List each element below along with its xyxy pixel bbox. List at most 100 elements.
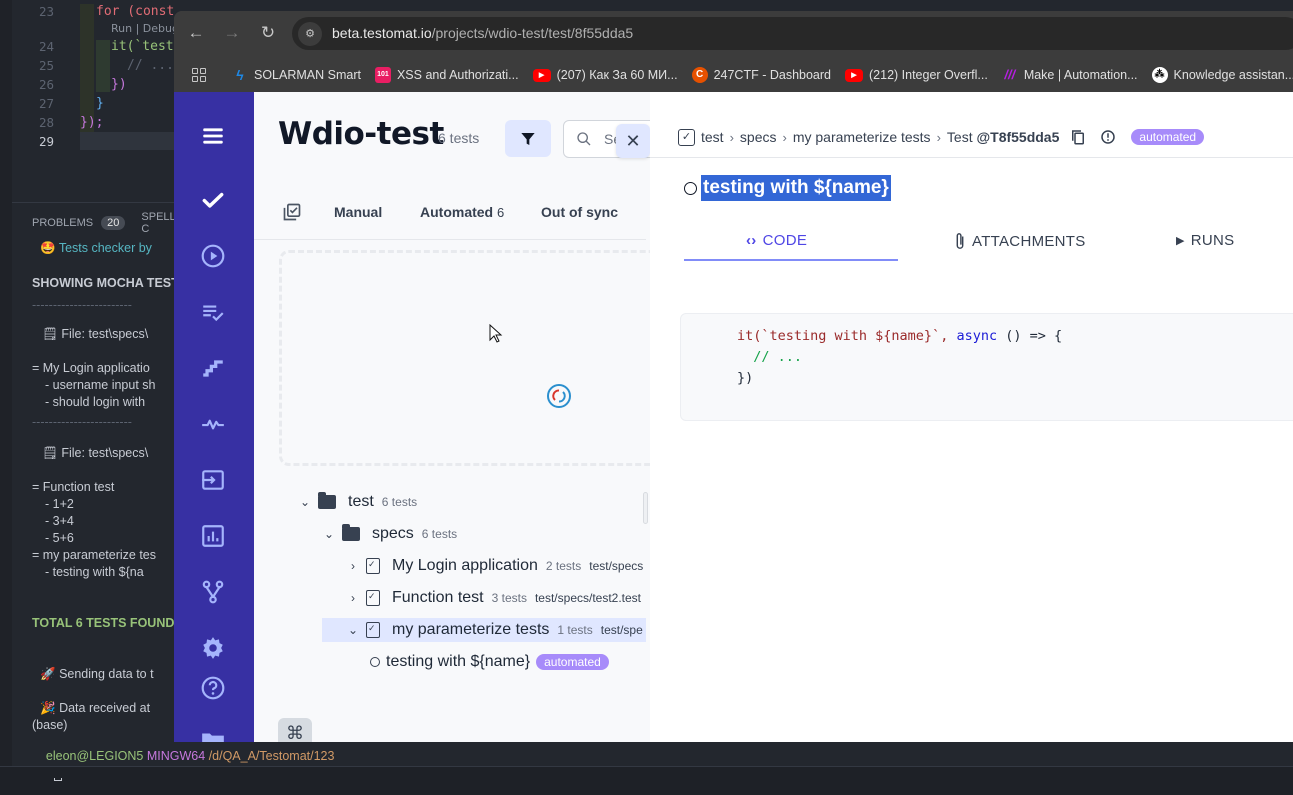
line-number: 23 [38,4,54,19]
tab-manual[interactable]: Manual [334,204,382,220]
star-eyes-emoji-icon: 🤩 [40,241,56,255]
terminal-line: - username input sh [45,378,156,392]
terminal-line: 🗒 File: test\specs\ [42,446,149,460]
test-title: testing with ${name} [684,175,891,201]
code-block[interactable]: it(`testing with ${name}`, async () => {… [680,313,1293,421]
tab-code[interactable]: ‹› CODE [746,232,807,249]
tree-suite-selected[interactable]: ⌄ my parameterize tests 1 tests test/spe [322,618,646,642]
play-icon: ▶ [1176,235,1185,247]
problems-count-badge: 20 [101,216,126,230]
suite-file-icon [366,558,380,574]
reload-icon[interactable]: ↻ [258,23,278,43]
browser-toolbar: ← → ↻ ⚙ beta.testomat.io/projects/wdio-t… [174,11,1293,56]
tab-attachments[interactable]: ATTACHMENTS [954,232,1086,250]
bookmark-item[interactable]: ϟ SOLARMAN Smart [232,67,361,83]
ctf-icon: C [691,67,708,83]
test-title-text[interactable]: testing with ${name} [701,175,891,201]
drop-zone[interactable] [279,250,659,466]
detail-tabs: ‹› CODE ATTACHMENTS ▶ RUNS [684,222,1293,262]
line-number: 28 [38,115,54,130]
tree-suite[interactable]: › My Login application 2 tests test/spec… [346,554,643,578]
tree-folder-specs[interactable]: ⌄ specs 6 tests [322,522,457,546]
line-number: 27 [38,96,54,111]
terminal-line: 🤩 Tests checker by [40,241,152,255]
analytics-icon[interactable] [199,522,227,550]
folder-icon [342,524,360,541]
terminal-line: - should login with [45,395,146,409]
filter-button[interactable] [505,120,551,157]
address-bar[interactable]: ⚙ beta.testomat.io/projects/wdio-test/te… [292,17,1293,50]
breadcrumb-item[interactable]: test [701,129,724,145]
bookmark-item[interactable]: ///Make | Automation... [1002,67,1137,83]
steps-icon[interactable] [199,354,227,382]
code-line: // ... [127,58,174,73]
bookmark-item[interactable]: ▶ (207) Как За 60 МИ... [532,68,678,82]
breadcrumb-separator: › [729,129,734,145]
close-icon[interactable]: ✕ [616,124,650,158]
settings-icon[interactable] [199,634,227,662]
codelens-run-debug[interactable]: Run | Debug [111,22,179,35]
chevron-down-icon[interactable]: ⌄ [322,527,336,541]
terminal-line: (base) [32,718,68,732]
runs-icon[interactable] [199,242,227,270]
branches-icon[interactable] [199,578,227,606]
file-emoji-icon: 🗒 [42,327,58,341]
tab-problems[interactable]: PROBLEMS [32,217,93,229]
search-icon [576,131,592,152]
suite-file-icon [366,590,380,606]
breadcrumb-item[interactable]: my parameterize tests [793,129,931,145]
test-label: Test @T8f55dda5 [946,129,1060,145]
tree-folder-test[interactable]: ⌄ test 6 tests [298,490,417,514]
tab-automated[interactable]: Automated 6 [420,204,504,220]
tab-runs[interactable]: ▶ RUNS [1176,232,1234,249]
import-icon[interactable] [199,466,227,494]
project-tests-count: 6 tests [438,130,480,146]
chevron-down-icon[interactable]: ⌄ [346,623,360,637]
tree-suite[interactable]: › Function test 3 tests test/specs/test2… [346,586,641,610]
url-text[interactable]: beta.testomat.io/projects/wdio-test/test… [332,25,633,41]
folder-icon[interactable] [199,726,227,742]
terminal-line: - 3+4 [45,514,74,528]
tab-spell-checker[interactable]: SPELL C [141,211,175,235]
plans-icon[interactable] [199,298,227,326]
suite-file-icon [366,622,380,638]
terminal-total: TOTAL 6 TESTS FOUND [32,616,175,630]
code-icon: ‹› [746,232,757,249]
line-number: 25 [38,58,54,73]
site-settings-icon[interactable]: ⚙ [298,22,322,46]
copy-icon[interactable] [1069,128,1087,146]
terminal-line: - testing with ${na [45,565,144,579]
tab-out-of-sync[interactable]: Out of sync [541,204,618,220]
bookmark-item[interactable]: ⁂ Knowledge assistan... [1151,67,1293,83]
youtube-icon: ▶ [532,68,551,82]
multi-select-icon[interactable] [282,202,302,227]
apps-icon[interactable] [192,68,206,82]
divider [650,157,1293,158]
chevron-right-icon[interactable]: › [346,591,360,605]
bookmark-item[interactable]: 101 XSS and Authorizati... [374,67,519,83]
terminal-divider: ------------------------ [32,415,132,429]
bookmarks-bar: ϟ SOLARMAN Smart 101 XSS and Authorizati..… [174,58,1293,92]
app-sidebar [174,92,254,742]
breadcrumb-item[interactable]: specs [740,129,777,145]
history-icon[interactable] [1099,128,1117,146]
terminal-line: 🎉 Data received at [40,701,151,715]
chevron-down-icon[interactable]: ⌄ [298,495,312,509]
page-viewport: Wdio-test 6 tests Se ✕ Manual Automated … [174,92,1293,742]
code-line: } [96,96,104,111]
bookmark-item[interactable]: ▶ (212) Integer Overfl... [845,68,988,82]
folder-icon [318,492,336,509]
test-checkbox-icon: ✓ [678,128,695,146]
tests-icon[interactable] [199,186,227,214]
help-icon[interactable] [199,674,227,702]
command-palette-button[interactable]: ⌘ [278,718,312,742]
tree-test-item[interactable]: testing with ${name} automated [370,650,609,674]
bookmark-item[interactable]: C 247CTF - Dashboard [691,67,831,83]
menu-icon[interactable] [199,122,227,150]
pulse-icon[interactable] [199,410,227,438]
youtube-icon: ▶ [845,68,863,82]
back-icon[interactable]: ← [186,23,206,43]
scrollbar[interactable] [643,492,648,524]
chevron-right-icon[interactable]: › [346,559,360,573]
forward-icon[interactable]: → [222,23,242,43]
